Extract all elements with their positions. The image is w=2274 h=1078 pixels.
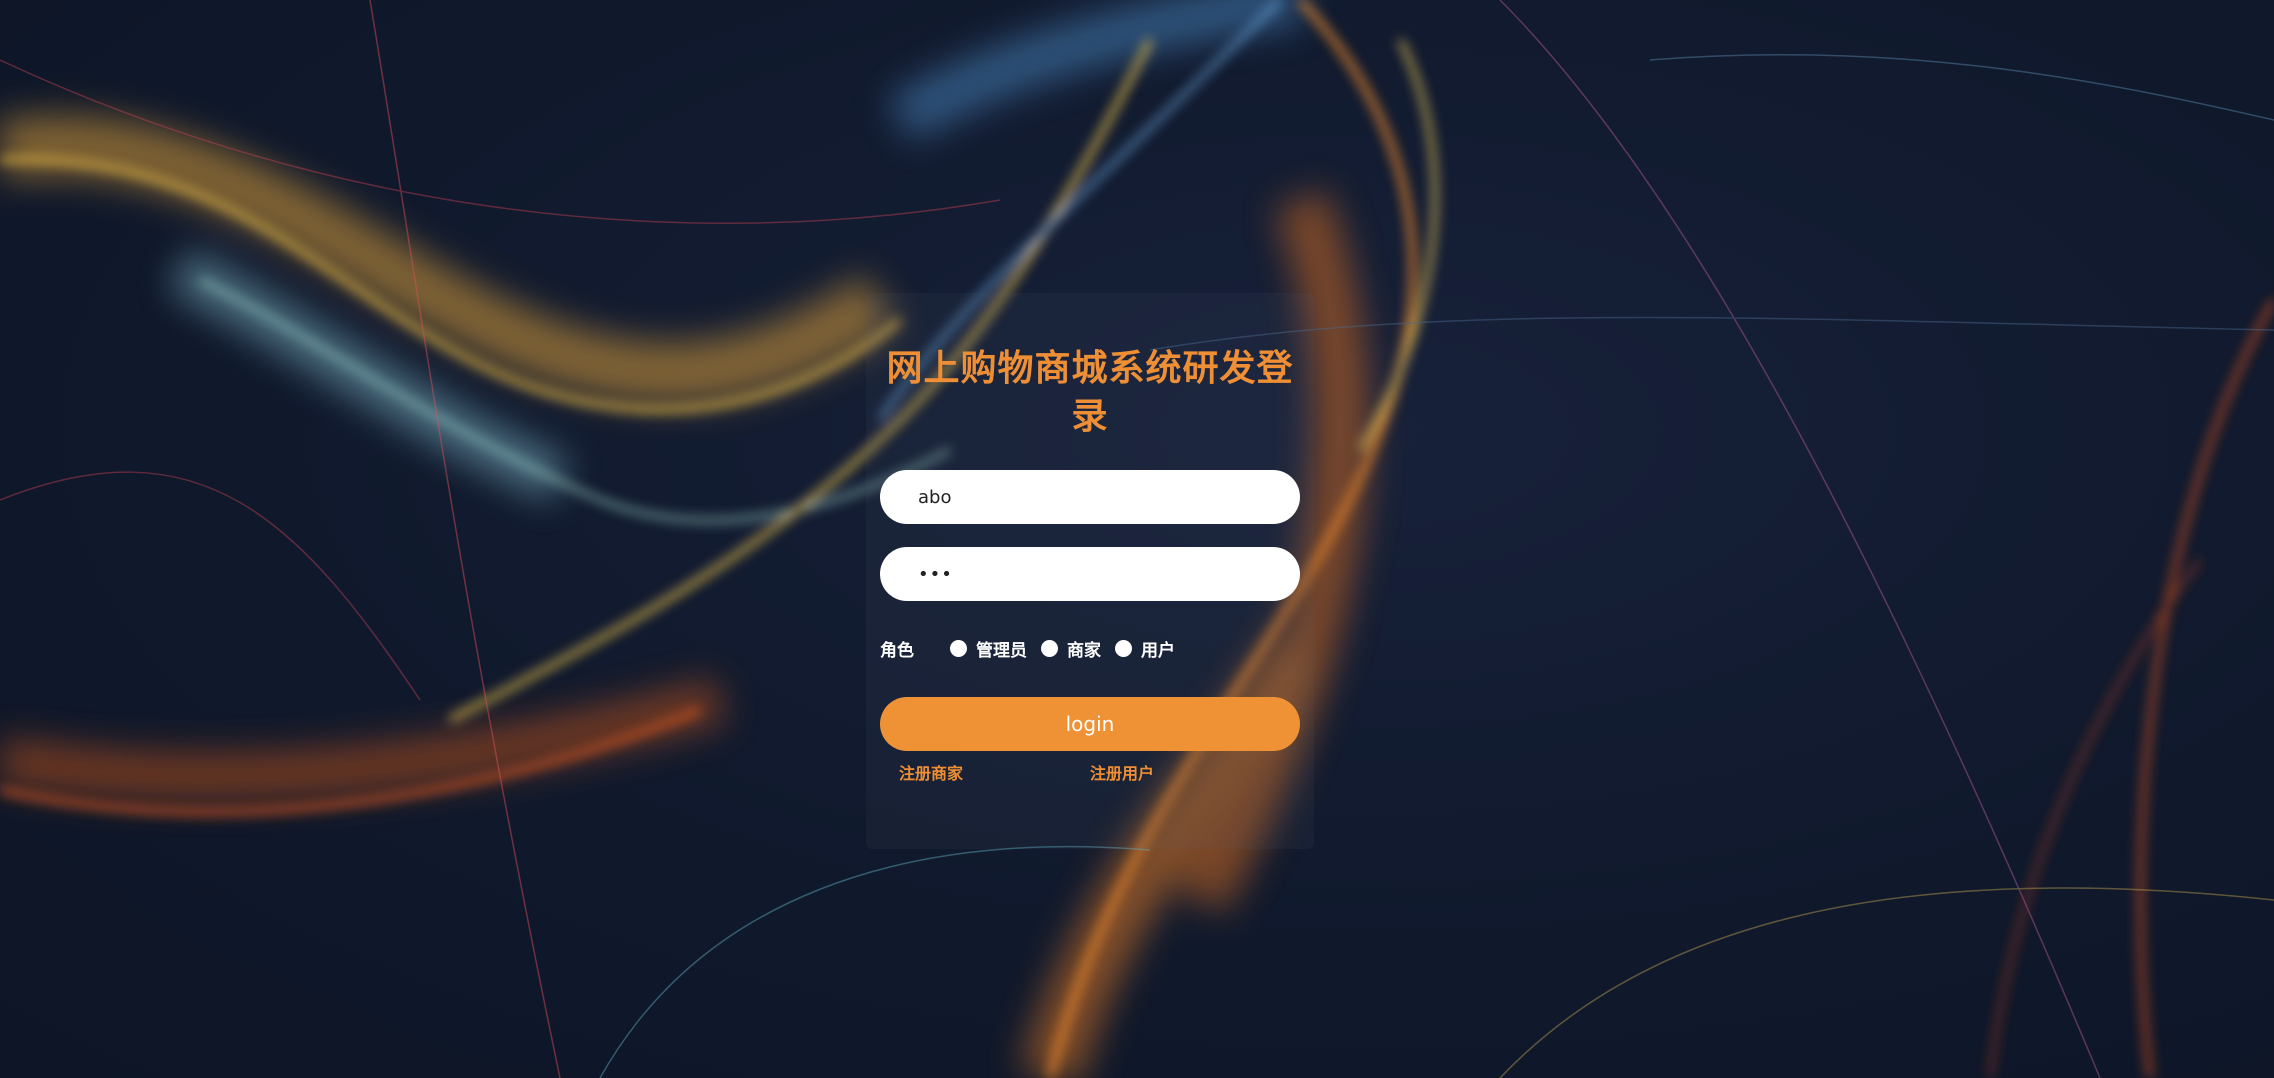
radio-merchant[interactable] [1041,639,1058,657]
role-option-merchant-label: 商家 [1067,640,1101,661]
page-title: 网上购物商城系统研发登录 [886,348,1294,437]
register-merchant-link[interactable]: 注册商家 [899,760,963,784]
radio-user[interactable] [1115,639,1132,657]
role-option-merchant[interactable]: 商家 [1041,636,1101,661]
register-user-link[interactable]: 注册用户 [1090,760,1154,784]
role-option-admin[interactable]: 管理员 [950,636,1027,661]
login-page: 网上购物商城系统研发登录 角色 管理员 商家 用户 login 注册商家 注册用… [0,0,2274,1078]
password-input[interactable] [880,547,1300,601]
role-option-user-label: 用户 [1141,640,1175,661]
role-selector: 角色 管理员 商家 用户 [880,634,1189,662]
radio-admin[interactable] [950,639,967,657]
username-input[interactable] [880,470,1300,524]
login-button[interactable]: login [880,697,1300,751]
role-option-user[interactable]: 用户 [1115,636,1175,661]
role-label: 角色 [880,640,914,661]
role-option-admin-label: 管理员 [976,640,1027,661]
